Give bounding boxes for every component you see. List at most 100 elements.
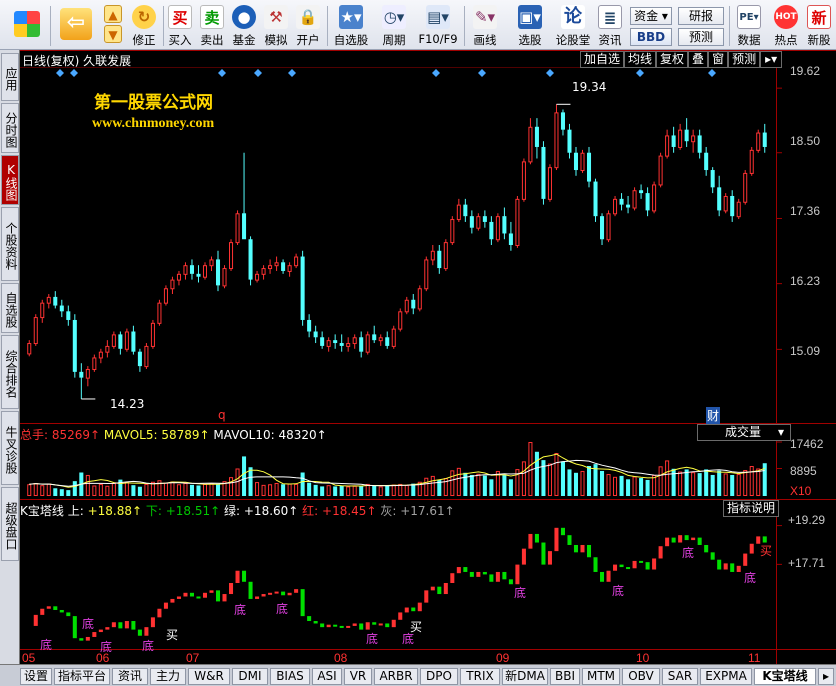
kbaota-block [658,546,663,559]
volume-bar [560,461,565,496]
volume-bar [385,485,390,496]
candle-body [150,322,155,347]
tab-bias[interactable]: BIAS [270,668,310,685]
up-down-buttons[interactable]: ▲ ▼ [102,3,124,49]
chart-svg[interactable] [20,50,836,664]
tab-sar[interactable]: SAR [662,668,698,685]
volume-bar [59,489,64,496]
f10-button[interactable]: ▤▾ F10/F9 [416,3,460,49]
back-button[interactable]: ⇦ [56,3,96,49]
window-button[interactable]: 窗 [708,51,729,68]
tab-kbaota[interactable]: K宝塔线 [754,668,816,685]
volume-bar [723,473,728,496]
tab-bbi[interactable]: BBI [550,668,580,685]
back-arrow-icon: ⇦ [60,8,92,40]
news-button[interactable]: ≣ 资讯 [596,3,624,49]
bottom-mark: 底 [744,571,757,585]
volume-bar [691,472,696,496]
tab-vr[interactable]: VR [344,668,372,685]
indicator-selector-dropdown[interactable]: 成交量 ▾ [697,424,791,441]
tab-dpo[interactable]: DPO [420,668,458,685]
price-axis-label: 17.36 [790,204,821,218]
capital-dropdown[interactable]: 资金 ▾ [630,7,672,25]
tab-arbr[interactable]: ARBR [374,668,418,685]
volume-bar [658,466,663,497]
lock-icon: 🔒 [296,5,320,29]
watermark-title: 第一股票公式网 [94,93,213,113]
fund-icon: ● [232,5,256,29]
fix-button[interactable]: ↻ 修正 [128,3,160,49]
volume-multiplier: X10 [790,484,812,498]
candle-body [443,242,448,270]
month-label: 08 [334,651,348,665]
tab-obv[interactable]: OBV [622,668,660,685]
kbaota-block [586,544,592,558]
candle-body [287,265,292,272]
watchlist-button[interactable]: ★▾ 自选股 [331,3,371,49]
pick-stock-button[interactable]: ▣▾ 选股 [510,3,550,49]
volume-bar [359,485,364,496]
data-button[interactable]: PE▾ 数据 [732,3,766,49]
volume-bar [404,484,409,496]
tab-settings[interactable]: 设置 [20,668,52,685]
tab-ranking[interactable]: 综合排名 [1,335,19,409]
tab-new-dma[interactable]: 新DMA [502,668,548,685]
event-q-marker[interactable]: q [218,408,226,422]
tab-asi[interactable]: ASI [312,668,342,685]
candle-body [489,221,494,240]
tab-indicator-platform[interactable]: 指标平台 [54,668,110,685]
tab-kline[interactable]: K线图 [1,155,19,205]
candle-body [215,259,221,286]
tab-news[interactable]: 资讯 [112,668,148,685]
candle-body [528,126,533,163]
volume-bar [189,484,194,496]
tab-wr[interactable]: W&R [188,668,230,685]
sell-icon: 卖 [200,5,224,29]
volume-bar [743,470,748,496]
chart-button-group: 加自选 均线 复权 叠 窗 预测 ▸▾ [580,51,783,68]
draw-button[interactable]: ✎▾ 画线 [467,3,503,49]
volume-bar [697,473,702,496]
indicator-explain-button[interactable]: 指标说明 [723,500,780,517]
tab-trix[interactable]: TRIX [460,668,500,685]
tab-main-force[interactable]: 主力 [150,668,186,685]
tab-apps[interactable]: 应用 [1,53,19,101]
add-watch-button[interactable]: 加自选 [580,51,625,68]
simulate-button[interactable]: ⚒ 模拟 [262,3,290,49]
bottom-mark: 底 [82,617,95,631]
price-axis-label: 16.23 [790,274,821,288]
sell-button[interactable]: 卖 卖出 [198,3,226,49]
windows-button[interactable] [10,3,44,49]
arrow-right-icon[interactable]: ▸▾ [760,51,783,68]
open-account-button[interactable]: 🔒 开户 [294,3,322,49]
forecast-button[interactable]: 预测 [678,28,724,46]
tab-expma[interactable]: EXPMA [700,668,752,685]
restore-button[interactable]: 复权 [656,51,689,68]
kbaota-block [326,624,331,628]
volume-bar [567,469,572,496]
buy-button[interactable]: 买 买入 [166,3,194,49]
overlay-button[interactable]: 叠 [688,51,709,68]
tab-super-panel[interactable]: 超级盘口 [1,487,19,561]
event-finance-marker[interactable]: 财 [706,407,721,424]
volume-axis-label: 8895 [790,464,817,478]
research-button[interactable]: 研报 [678,7,724,25]
tab-scroll-right[interactable]: ▸ [818,668,834,685]
new-stock-button[interactable]: 新 新股 [804,3,834,49]
hot-button[interactable]: HOT 热点 [770,3,802,49]
period-button[interactable]: ◷▾ 周期 [375,3,413,49]
kbaota-block [346,625,351,628]
tab-stock-profile[interactable]: 个股资料 [1,207,19,281]
bbd-button[interactable]: BBD [630,28,672,46]
candle-body [66,311,71,320]
tab-dmi[interactable]: DMI [232,668,268,685]
fund-button[interactable]: ● 基金 [230,3,258,49]
tab-watchlist[interactable]: 自选股 [1,283,19,333]
tab-mtm[interactable]: MTM [582,668,620,685]
forum-button[interactable]: 论 论股堂 [554,3,592,49]
tab-diagnosis[interactable]: 牛叉诊股 [1,411,19,485]
tab-intraday[interactable]: 分时图 [1,103,19,153]
forecast-chart-button[interactable]: 预测 [728,51,761,68]
ma-button[interactable]: 均线 [624,51,657,68]
kbaota-block [424,590,429,603]
